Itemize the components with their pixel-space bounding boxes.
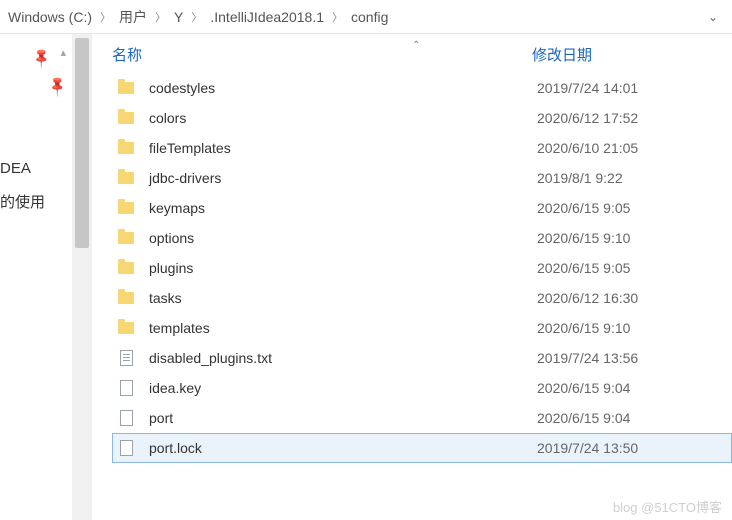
column-header-modified[interactable]: 修改日期 <box>532 44 732 65</box>
sort-indicator-icon: ⌃ <box>412 40 420 51</box>
breadcrumb-label: .IntelliJIdea2018.1 <box>210 9 324 25</box>
breadcrumb-label: Y <box>174 9 183 25</box>
main-area: 📌 ▴ 📌 DEA 的使用 ⌃ 名称 修改日期 codestyles2019/7… <box>0 34 732 520</box>
file-name: codestyles <box>149 80 537 96</box>
file-modified-date: 2019/7/24 14:01 <box>537 80 638 96</box>
file-icon <box>117 349 135 367</box>
file-row[interactable]: port.lock2019/7/24 13:50 <box>112 433 732 463</box>
address-bar[interactable]: Windows (C:) 〉 用户 〉 Y 〉 .IntelliJIdea201… <box>0 0 732 34</box>
folder-icon <box>117 169 135 187</box>
sidebar-link[interactable]: 的使用 <box>0 191 72 212</box>
nav-scrollbar[interactable] <box>72 34 92 520</box>
file-icon <box>117 379 135 397</box>
breadcrumb-label: 用户 <box>119 7 147 27</box>
chevron-right-icon: 〉 <box>155 9 166 25</box>
pin-icon[interactable]: 📌 <box>45 74 69 98</box>
file-modified-date: 2020/6/15 9:05 <box>537 260 630 276</box>
chevron-right-icon: 〉 <box>191 9 202 25</box>
file-row[interactable]: colors2020/6/12 17:52 <box>112 103 732 133</box>
file-name: tasks <box>149 290 537 306</box>
breadcrumb-item[interactable]: Y 〉 <box>170 9 206 25</box>
file-modified-date: 2020/6/15 9:10 <box>537 320 630 336</box>
file-modified-date: 2020/6/15 9:04 <box>537 410 630 426</box>
file-row[interactable]: templates2020/6/15 9:10 <box>112 313 732 343</box>
file-name: port.lock <box>149 440 537 456</box>
breadcrumb-item[interactable]: Windows (C:) 〉 <box>4 9 115 25</box>
breadcrumb-item[interactable]: 用户 〉 <box>115 7 170 27</box>
chevron-right-icon: 〉 <box>100 9 111 25</box>
file-modified-date: 2019/8/1 9:22 <box>537 170 623 186</box>
watermark-text: blog @51CTO博客 <box>613 497 722 516</box>
breadcrumb-item[interactable]: config <box>347 9 392 25</box>
file-row[interactable]: idea.key2020/6/15 9:04 <box>112 373 732 403</box>
file-row[interactable]: tasks2020/6/12 16:30 <box>112 283 732 313</box>
quick-access-panel: 📌 ▴ 📌 DEA 的使用 <box>0 34 72 520</box>
sidebar-link[interactable]: DEA <box>0 160 72 177</box>
file-row[interactable]: codestyles2019/7/24 14:01 <box>112 73 732 103</box>
breadcrumb-item[interactable]: .IntelliJIdea2018.1 〉 <box>206 9 347 25</box>
file-modified-date: 2020/6/10 21:05 <box>537 140 638 156</box>
history-dropdown-icon[interactable]: ⌄ <box>702 10 724 24</box>
folder-icon <box>117 289 135 307</box>
column-headers: 名称 修改日期 <box>112 34 732 73</box>
file-modified-date: 2020/6/15 9:04 <box>537 380 630 396</box>
file-modified-date: 2020/6/15 9:05 <box>537 200 630 216</box>
file-row[interactable]: options2020/6/15 9:10 <box>112 223 732 253</box>
breadcrumb-label: Windows (C:) <box>8 9 92 25</box>
file-name: jdbc-drivers <box>149 170 537 186</box>
file-name: port <box>149 410 537 426</box>
chevron-right-icon: 〉 <box>332 9 343 25</box>
file-row[interactable]: fileTemplates2020/6/10 21:05 <box>112 133 732 163</box>
folder-icon <box>117 229 135 247</box>
folder-icon <box>117 319 135 337</box>
file-row[interactable]: keymaps2020/6/15 9:05 <box>112 193 732 223</box>
folder-icon <box>117 259 135 277</box>
column-header-name[interactable]: 名称 <box>112 44 532 65</box>
file-name: options <box>149 230 537 246</box>
file-name: fileTemplates <box>149 140 537 156</box>
folder-icon <box>117 79 135 97</box>
file-row[interactable]: jdbc-drivers2019/8/1 9:22 <box>112 163 732 193</box>
folder-icon <box>117 109 135 127</box>
file-name: disabled_plugins.txt <box>149 350 537 366</box>
scrollbar-thumb[interactable] <box>75 38 89 248</box>
file-name: templates <box>149 320 537 336</box>
file-row[interactable]: port2020/6/15 9:04 <box>112 403 732 433</box>
file-row[interactable]: plugins2020/6/15 9:05 <box>112 253 732 283</box>
file-modified-date: 2019/7/24 13:56 <box>537 350 638 366</box>
file-rows: codestyles2019/7/24 14:01colors2020/6/12… <box>112 73 732 463</box>
file-row[interactable]: disabled_plugins.txt2019/7/24 13:56 <box>112 343 732 373</box>
file-modified-date: 2020/6/12 16:30 <box>537 290 638 306</box>
file-modified-date: 2020/6/12 17:52 <box>537 110 638 126</box>
folder-icon <box>117 199 135 217</box>
file-icon <box>117 439 135 457</box>
caret-up-icon: ▴ <box>60 46 66 59</box>
file-list-pane: ⌃ 名称 修改日期 codestyles2019/7/24 14:01color… <box>92 34 732 520</box>
file-name: plugins <box>149 260 537 276</box>
breadcrumb-label: config <box>351 9 388 25</box>
file-modified-date: 2019/7/24 13:50 <box>537 440 638 456</box>
folder-icon <box>117 139 135 157</box>
file-name: keymaps <box>149 200 537 216</box>
pin-icon[interactable]: 📌 <box>30 46 54 70</box>
file-name: colors <box>149 110 537 126</box>
file-modified-date: 2020/6/15 9:10 <box>537 230 630 246</box>
file-icon <box>117 409 135 427</box>
file-name: idea.key <box>149 380 537 396</box>
